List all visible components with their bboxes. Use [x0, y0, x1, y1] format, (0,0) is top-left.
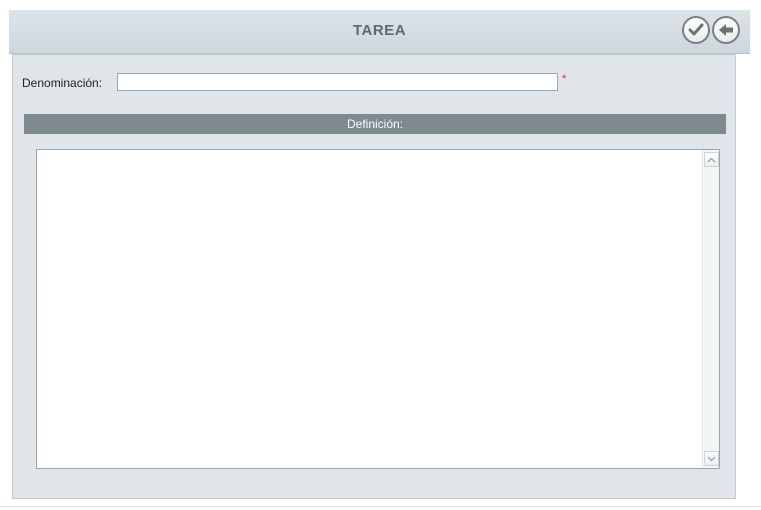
name-label: Denominación:: [22, 76, 103, 90]
name-input[interactable]: [117, 73, 558, 91]
definition-header: Definición:: [24, 114, 726, 134]
chevron-up-icon: [707, 157, 716, 162]
form-panel: Denominación: * Definición:: [12, 54, 736, 499]
scroll-up-button[interactable]: [704, 152, 719, 167]
checkmark-icon: [688, 23, 704, 36]
window-title: TAREA: [352, 22, 407, 39]
definition-scrollbar[interactable]: [702, 150, 719, 468]
required-indicator: *: [562, 73, 567, 85]
definition-textarea[interactable]: [37, 150, 702, 468]
accept-button[interactable]: [682, 16, 710, 44]
back-button[interactable]: [712, 16, 740, 44]
arrow-left-icon: [719, 24, 733, 36]
scroll-down-button[interactable]: [704, 451, 719, 466]
title-bar: TAREA: [9, 10, 750, 54]
chevron-down-icon: [707, 456, 716, 461]
definition-field: [36, 149, 720, 469]
task-window: TAREA Denominación: * Definición:: [9, 10, 750, 499]
bottom-divider: [0, 506, 761, 507]
